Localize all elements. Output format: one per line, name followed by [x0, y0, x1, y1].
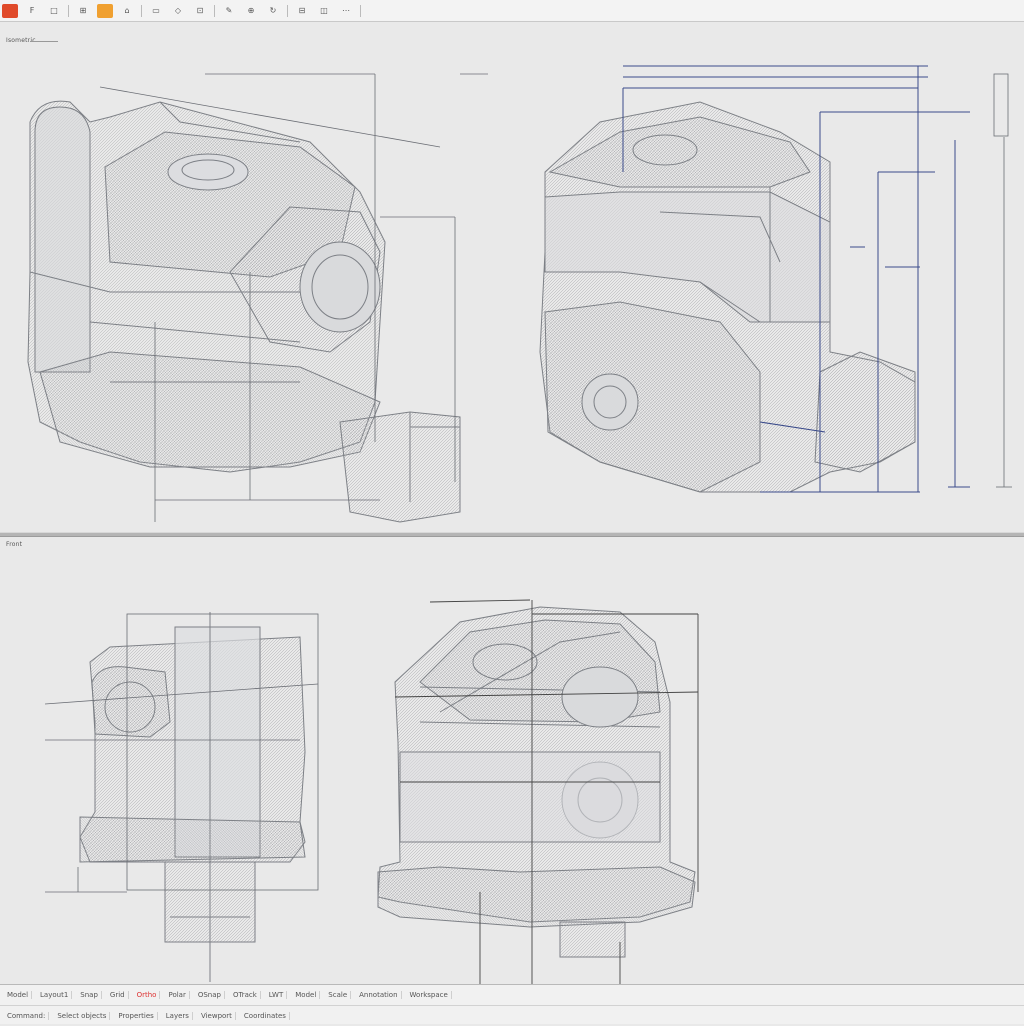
viewport-divider[interactable]	[0, 532, 1024, 537]
rear-right-ring	[561, 666, 639, 728]
app-icon[interactable]	[2, 3, 18, 18]
front-stem	[164, 861, 256, 943]
isometric-part-view[interactable]	[27, 100, 461, 523]
shape-icon[interactable]: ◇	[170, 4, 186, 18]
status-item[interactable]: OSnap	[195, 991, 225, 999]
front-base-plate	[79, 816, 306, 863]
status-item[interactable]: Annotation	[356, 991, 402, 999]
toolbar: F □ ⊞ ⌂ ▭ ◇ ⊡ ✎ ⊕ ↻ ⊟ ◫ ⋯	[0, 0, 1024, 22]
status-item[interactable]: LWT	[266, 991, 288, 999]
open-icon[interactable]: ⊞	[75, 4, 91, 18]
status-item[interactable]: Layers	[163, 1012, 193, 1020]
status-item[interactable]: Viewport	[198, 1012, 236, 1020]
side-elevation-view[interactable]	[539, 101, 916, 493]
status-item[interactable]: Grid	[107, 991, 129, 999]
status-row-secondary: Command: Select objects Properties Layers Vi…	[0, 1005, 1024, 1026]
zoom-icon[interactable]: ⊡	[192, 4, 208, 18]
edit-icon[interactable]: ✎	[221, 4, 237, 18]
status-item[interactable]: Coordinates	[241, 1012, 290, 1020]
status-item[interactable]: Model	[4, 991, 33, 999]
side-scale-ruler	[993, 73, 1012, 488]
rear-foot	[559, 921, 626, 958]
iso-top-boss	[167, 153, 249, 191]
drawing-viewport[interactable]	[0, 22, 1024, 984]
rear-mid-band	[399, 751, 661, 843]
grid-icon[interactable]: ⊟	[294, 4, 310, 18]
status-item[interactable]: Model	[292, 991, 321, 999]
side-top-cap	[548, 116, 811, 188]
bottom-view-label: Front	[6, 541, 23, 548]
rotate-icon[interactable]: ↻	[265, 4, 281, 18]
status-row-primary: Model Layout1 Snap Grid Ortho Polar OSnap OTrac…	[0, 985, 1024, 1005]
status-bar: Model Layout1 Snap Grid Ortho Polar OSnap OTrac…	[0, 984, 1024, 1024]
status-item[interactable]: Ortho	[134, 991, 161, 999]
top-view-label: Isometric	[6, 37, 58, 44]
toolbar-separator	[360, 4, 361, 17]
status-item[interactable]: Scale	[325, 991, 352, 999]
front-view[interactable]	[79, 612, 306, 982]
add-icon[interactable]: ⊕	[243, 4, 259, 18]
more-icon[interactable]: ⋯	[338, 4, 354, 18]
status-item[interactable]: Select objects	[54, 1012, 111, 1020]
save-icon[interactable]	[97, 3, 113, 18]
cad-drawing-canvas[interactable]	[0, 22, 1024, 984]
toolbar-separator	[214, 4, 215, 17]
status-item[interactable]: Layout1	[37, 991, 73, 999]
iso-left-post	[34, 106, 91, 373]
status-item[interactable]: Properties	[115, 1012, 158, 1020]
status-item[interactable]: Command:	[4, 1012, 50, 1020]
rear-base-flange	[377, 866, 696, 928]
iso-foot	[339, 411, 461, 523]
window-icon[interactable]: ▭	[148, 4, 164, 18]
status-item[interactable]: OTrack	[230, 991, 261, 999]
status-item[interactable]: Workspace	[407, 991, 452, 999]
toolbar-separator	[287, 4, 288, 17]
home-icon[interactable]: ⌂	[119, 4, 135, 18]
layout-icon[interactable]: ◫	[316, 4, 332, 18]
status-item[interactable]: Snap	[77, 991, 102, 999]
toolbar-separator	[68, 4, 69, 17]
new-icon[interactable]: □	[46, 4, 62, 18]
side-port-ring	[581, 373, 639, 431]
side-right-flange	[814, 351, 916, 473]
front-upper-left	[91, 666, 171, 738]
toolbar-separator	[141, 4, 142, 17]
file-icon[interactable]: F	[24, 4, 40, 18]
status-item[interactable]: Polar	[165, 991, 190, 999]
